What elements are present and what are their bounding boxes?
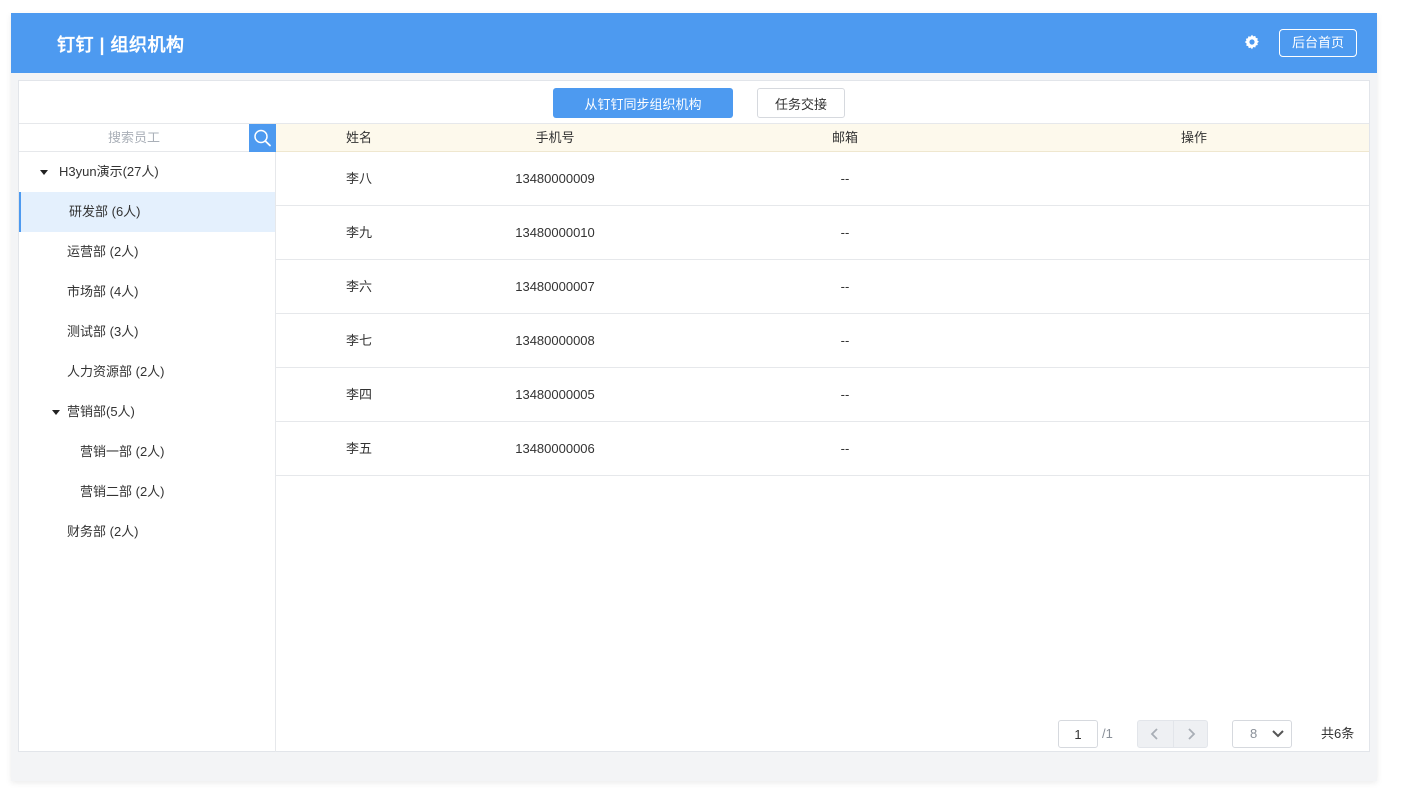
table-row[interactable]: 李七 13480000008 -- [276, 314, 1369, 368]
cell-name: 李五 [345, 441, 372, 456]
chevron-left-icon [1150, 728, 1158, 740]
cell-name: 李九 [345, 225, 372, 240]
table-row[interactable]: 李五 13480000006 -- [276, 422, 1369, 476]
sync-org-button[interactable]: 从钉钉同步组织机构 [553, 88, 733, 118]
caret-down-icon[interactable] [52, 410, 60, 415]
table-row[interactable]: 李六 13480000007 -- [276, 260, 1369, 314]
next-page-button[interactable] [1174, 721, 1209, 747]
cell-phone: 13480000007 [515, 279, 595, 294]
chevron-down-icon [1272, 730, 1284, 738]
task-handover-button[interactable]: 任务交接 [757, 88, 845, 118]
cell-phone: 13480000009 [515, 171, 595, 186]
app-window: 钉钉 | 组织机构 后台首页 从钉钉同步组织机构 任务交接 搜索员工 H3yun… [11, 13, 1377, 781]
table-row[interactable]: 李九 13480000010 -- [276, 206, 1369, 260]
cell-email: -- [840, 441, 850, 456]
cell-phone: 13480000010 [515, 225, 595, 240]
cell-name: 李六 [345, 279, 372, 294]
page-number-input[interactable] [1058, 720, 1098, 748]
column-header-name: 姓名 [345, 130, 372, 145]
tree-node-label: 市场部 (4人) [67, 284, 139, 299]
tree-node-sales[interactable]: 营销部(5人) [19, 392, 275, 432]
gear-icon[interactable] [1244, 34, 1260, 50]
admin-home-button[interactable]: 后台首页 [1279, 29, 1357, 57]
tree-node-label: 运营部 (2人) [67, 244, 139, 259]
column-header-action: 操作 [1180, 130, 1207, 145]
total-count: 共6条 [1321, 726, 1355, 741]
caret-down-icon[interactable] [40, 170, 48, 175]
search-icon [254, 129, 271, 147]
tree-node-marketing[interactable]: 市场部 (4人) [19, 272, 275, 312]
table-row[interactable]: 李四 13480000005 -- [276, 368, 1369, 422]
cell-phone: 13480000005 [515, 387, 595, 402]
chevron-right-icon [1188, 728, 1196, 740]
employee-table: 姓名 手机号 邮箱 操作 李八 13480000009 -- 李九 134800… [276, 124, 1369, 752]
tree-node-label: 测试部 (3人) [67, 324, 139, 339]
app-title: 钉钉 | 组织机构 [57, 35, 185, 55]
tree-node-sales-1[interactable]: 营销一部 (2人) [19, 432, 275, 472]
action-bar: 从钉钉同步组织机构 任务交接 [19, 81, 1369, 124]
tree-node-label: 研发部 (6人) [69, 204, 141, 219]
tree-node-label: H3yun演示(27人) [59, 164, 159, 179]
tree-node-label: 营销一部 (2人) [80, 444, 165, 459]
cell-email: -- [840, 279, 850, 294]
tree-node-root[interactable]: H3yun演示(27人) [19, 152, 275, 192]
table-header: 姓名 手机号 邮箱 操作 [276, 124, 1369, 152]
tree-node-operations[interactable]: 运营部 (2人) [19, 232, 275, 272]
org-sidebar: H3yun演示(27人) 研发部 (6人) 运营部 (2人) 市场部 (4人) … [19, 124, 276, 752]
org-tree: H3yun演示(27人) 研发部 (6人) 运营部 (2人) 市场部 (4人) … [19, 152, 275, 552]
tree-node-testing[interactable]: 测试部 (3人) [19, 312, 275, 352]
page-size-value: 8 [1250, 726, 1258, 741]
cell-name: 李八 [345, 171, 372, 186]
cell-email: -- [840, 387, 850, 402]
page-size-select[interactable]: 8 [1232, 720, 1292, 748]
page-nav [1137, 720, 1208, 748]
tree-node-label: 人力资源部 (2人) [67, 364, 165, 379]
top-bar: 钉钉 | 组织机构 后台首页 [11, 13, 1377, 73]
total-pages: /1 [1102, 726, 1113, 741]
tree-node-label: 财务部 (2人) [67, 524, 139, 539]
column-header-phone: 手机号 [535, 130, 575, 145]
cell-email: -- [840, 333, 850, 348]
cell-phone: 13480000006 [515, 441, 595, 456]
cell-phone: 13480000008 [515, 333, 595, 348]
cell-name: 李四 [345, 387, 372, 402]
search-button[interactable] [249, 124, 276, 152]
tree-node-finance[interactable]: 财务部 (2人) [19, 512, 275, 552]
tree-node-hr[interactable]: 人力资源部 (2人) [19, 352, 275, 392]
cell-name: 李七 [345, 333, 372, 348]
employee-search [19, 124, 276, 152]
column-header-email: 邮箱 [831, 130, 858, 145]
cell-email: -- [840, 225, 850, 240]
prev-page-button[interactable] [1138, 721, 1173, 747]
table-row[interactable]: 李八 13480000009 -- [276, 152, 1369, 206]
tree-node-sales-2[interactable]: 营销二部 (2人) [19, 472, 275, 512]
tree-node-rd[interactable]: 研发部 (6人) [19, 192, 275, 232]
main-panel: 从钉钉同步组织机构 任务交接 H3yun演示(27人) [18, 80, 1370, 752]
cell-email: -- [840, 171, 850, 186]
tree-node-label: 营销二部 (2人) [80, 484, 165, 499]
pagination: /1 8 [276, 720, 1369, 750]
search-input[interactable] [19, 124, 249, 151]
tree-node-label: 营销部(5人) [67, 404, 135, 419]
